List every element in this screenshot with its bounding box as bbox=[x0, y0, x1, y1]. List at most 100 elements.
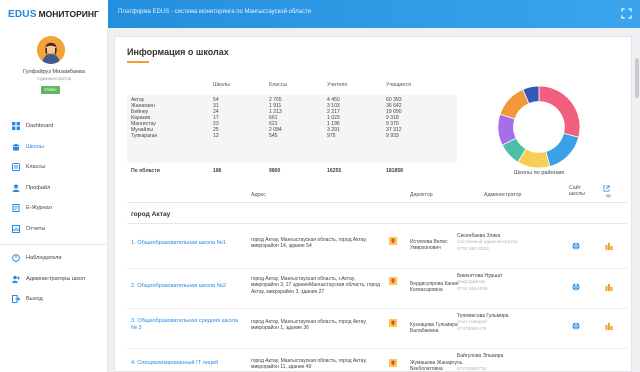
school-count: 12 bbox=[213, 133, 219, 139]
sidebar-item-label: Dashboard bbox=[26, 123, 54, 130]
total-students: 181858 bbox=[386, 168, 403, 174]
journal-icon bbox=[12, 204, 20, 213]
admin-phone: 87478995479 bbox=[457, 327, 487, 332]
sidebar: Гулфайруз Мизамбаева Администратор Onlin… bbox=[0, 28, 108, 372]
teacher-count: 975 bbox=[327, 133, 336, 139]
avatar[interactable] bbox=[37, 36, 65, 64]
sidebar-item-label: Отчеты bbox=[26, 225, 46, 232]
table-row: 2. Общеобразовательная школа №2 город Ак… bbox=[127, 269, 627, 309]
class-count: 545 bbox=[269, 133, 278, 139]
admin-role: Информатик bbox=[457, 280, 486, 285]
sidebar-item-logout[interactable]: Выход bbox=[0, 289, 108, 310]
sidebar-item-dashboard[interactable]: Dashboard bbox=[0, 116, 108, 137]
admin-name: Байгулова Эльмира bbox=[457, 353, 504, 359]
sidebar-divider bbox=[0, 244, 108, 245]
sidebar-item-label: Школы bbox=[26, 143, 44, 150]
classes-icon bbox=[12, 163, 20, 172]
school-address: город Актау, Мангыстауская область, г.Ак… bbox=[251, 276, 380, 295]
logo-edus: EDUS bbox=[8, 8, 37, 20]
sidebar-item-classes[interactable]: Классы bbox=[0, 157, 108, 178]
column-header-classes: Классы bbox=[269, 82, 288, 88]
table-row: Жанаозен 31 1 911 3 103 36 642 bbox=[127, 103, 457, 109]
map-pin-icon[interactable] bbox=[389, 237, 397, 245]
scrollbar-thumb[interactable] bbox=[635, 58, 639, 98]
table-row: Каракия 17 661 1 023 9 318 bbox=[127, 115, 457, 121]
map-pin-icon[interactable] bbox=[389, 319, 397, 327]
reports-icon bbox=[12, 224, 20, 233]
user-name: Гулфайруз Мизамбаева bbox=[23, 69, 85, 75]
school-link[interactable]: 4. Специализированный IT лицей bbox=[131, 360, 241, 367]
sidebar-item-schools[interactable]: Школы bbox=[0, 137, 108, 158]
schools-list-header: Адрес Директор Администратор Сайт школы bbox=[127, 183, 627, 203]
school-link[interactable]: 1. Общеобразовательная школа №1 bbox=[131, 240, 241, 247]
column-header-address: Адрес bbox=[251, 192, 266, 198]
platform-title: Платформа EDUS - система мониторинга по … bbox=[118, 9, 312, 15]
globe-icon[interactable] bbox=[572, 322, 580, 330]
globe-icon[interactable] bbox=[572, 242, 580, 250]
stats-body: Актау 54 2 765 4 450 60 393 Жанаозен 31 … bbox=[127, 95, 457, 174]
scrollbar[interactable] bbox=[634, 28, 639, 372]
bar-chart-icon[interactable] bbox=[605, 322, 613, 330]
table-row: Мангистау 23 621 1 196 9 370 bbox=[127, 121, 457, 127]
sidebar-item-reports[interactable]: Отчеты bbox=[0, 219, 108, 240]
school-link[interactable]: 3. Общеобразовательная средняя школа № 3 bbox=[131, 318, 241, 332]
sidebar-item-label: Профайл bbox=[26, 184, 51, 191]
top-bar: EDUS МОНИТОРИНГ Платформа EDUS - система… bbox=[0, 0, 640, 28]
map-pin-icon[interactable] bbox=[389, 277, 397, 285]
total-teachers: 16255 bbox=[327, 168, 342, 174]
sidebar-item-journal[interactable]: Е-Журнал bbox=[0, 198, 108, 219]
city-group-heading: город Актау bbox=[131, 211, 171, 218]
title-underline bbox=[127, 61, 149, 63]
school-address: город Актау, Мангыстауская область, горо… bbox=[251, 319, 367, 332]
sort-icon[interactable] bbox=[605, 194, 612, 198]
sidebar-item-label: Классы bbox=[26, 164, 46, 171]
school-address: город Актау, Мангыстауская область, горо… bbox=[251, 237, 367, 250]
school-link[interactable]: 2. Общеобразовательная школа №2 bbox=[131, 283, 241, 290]
column-header-students: Учащиеся bbox=[386, 82, 411, 88]
schools-by-district-donut[interactable] bbox=[497, 85, 581, 169]
profile-icon bbox=[12, 184, 20, 192]
admin-name: Бикенгтова Нуршат bbox=[457, 273, 503, 279]
observer-icon bbox=[12, 254, 20, 263]
student-count: 9 933 bbox=[386, 133, 399, 139]
bar-chart-icon[interactable] bbox=[605, 242, 613, 250]
bar-chart-icon[interactable] bbox=[605, 283, 613, 291]
table-row: Бейнеу 24 1 213 2 217 19 090 bbox=[127, 109, 457, 115]
globe-icon[interactable] bbox=[572, 283, 580, 291]
logout-icon bbox=[12, 295, 20, 304]
school-address: город Актау, Мангыстауская область, горо… bbox=[251, 358, 367, 371]
admin-role: Учит ковидой bbox=[457, 320, 487, 325]
sidebar-item-observers[interactable]: Наблюдатели bbox=[0, 248, 108, 269]
total-label: По области bbox=[131, 168, 160, 174]
app-logo[interactable]: EDUS МОНИТОРИНГ bbox=[0, 0, 108, 28]
grid-icon bbox=[12, 122, 20, 131]
column-header-admin: Администратор bbox=[484, 192, 522, 198]
sidebar-item-profile[interactable]: Профайл bbox=[0, 178, 108, 199]
column-header-director: Директор bbox=[410, 192, 433, 198]
donut-slice-2[interactable] bbox=[545, 132, 580, 168]
map-pin-icon[interactable] bbox=[389, 359, 397, 367]
table-row: 1. Общеобразовательная школа №1 город Ак… bbox=[127, 229, 627, 269]
page-title: Информация о школах bbox=[127, 47, 229, 57]
status-badge: Online bbox=[41, 86, 60, 94]
column-header-schools: Школы bbox=[213, 82, 230, 88]
sidebar-item-label: Е-Журнал bbox=[26, 205, 53, 212]
sidebar-item-label: Выход bbox=[26, 296, 43, 303]
admin-icon bbox=[12, 275, 20, 283]
admin-name: Сисенбаева Злика bbox=[457, 233, 501, 239]
schools-card: Информация о школах Школы Классы Учителя… bbox=[114, 36, 632, 372]
column-header-site: Сайт школы bbox=[569, 185, 586, 197]
table-row: 4. Специализированный IT лицей город Акт… bbox=[127, 349, 627, 372]
expand-icon[interactable] bbox=[621, 8, 632, 19]
donut-caption: Школы по районам bbox=[514, 170, 564, 176]
table-row: Тупкараган 12 545 975 9 933 bbox=[127, 133, 457, 139]
sidebar-item-school-admins[interactable]: Администраторы школ bbox=[0, 269, 108, 290]
user-role: Администратор bbox=[36, 77, 72, 82]
table-row: Актау 54 2 765 4 450 60 393 bbox=[127, 97, 457, 103]
donut-slice-1[interactable] bbox=[538, 85, 581, 138]
external-link-icon[interactable] bbox=[603, 185, 610, 192]
divider bbox=[127, 223, 627, 224]
admin-role: Системный администратор bbox=[457, 240, 518, 245]
sidebar-item-label: Наблюдатели bbox=[26, 255, 62, 262]
school-icon bbox=[12, 143, 20, 151]
